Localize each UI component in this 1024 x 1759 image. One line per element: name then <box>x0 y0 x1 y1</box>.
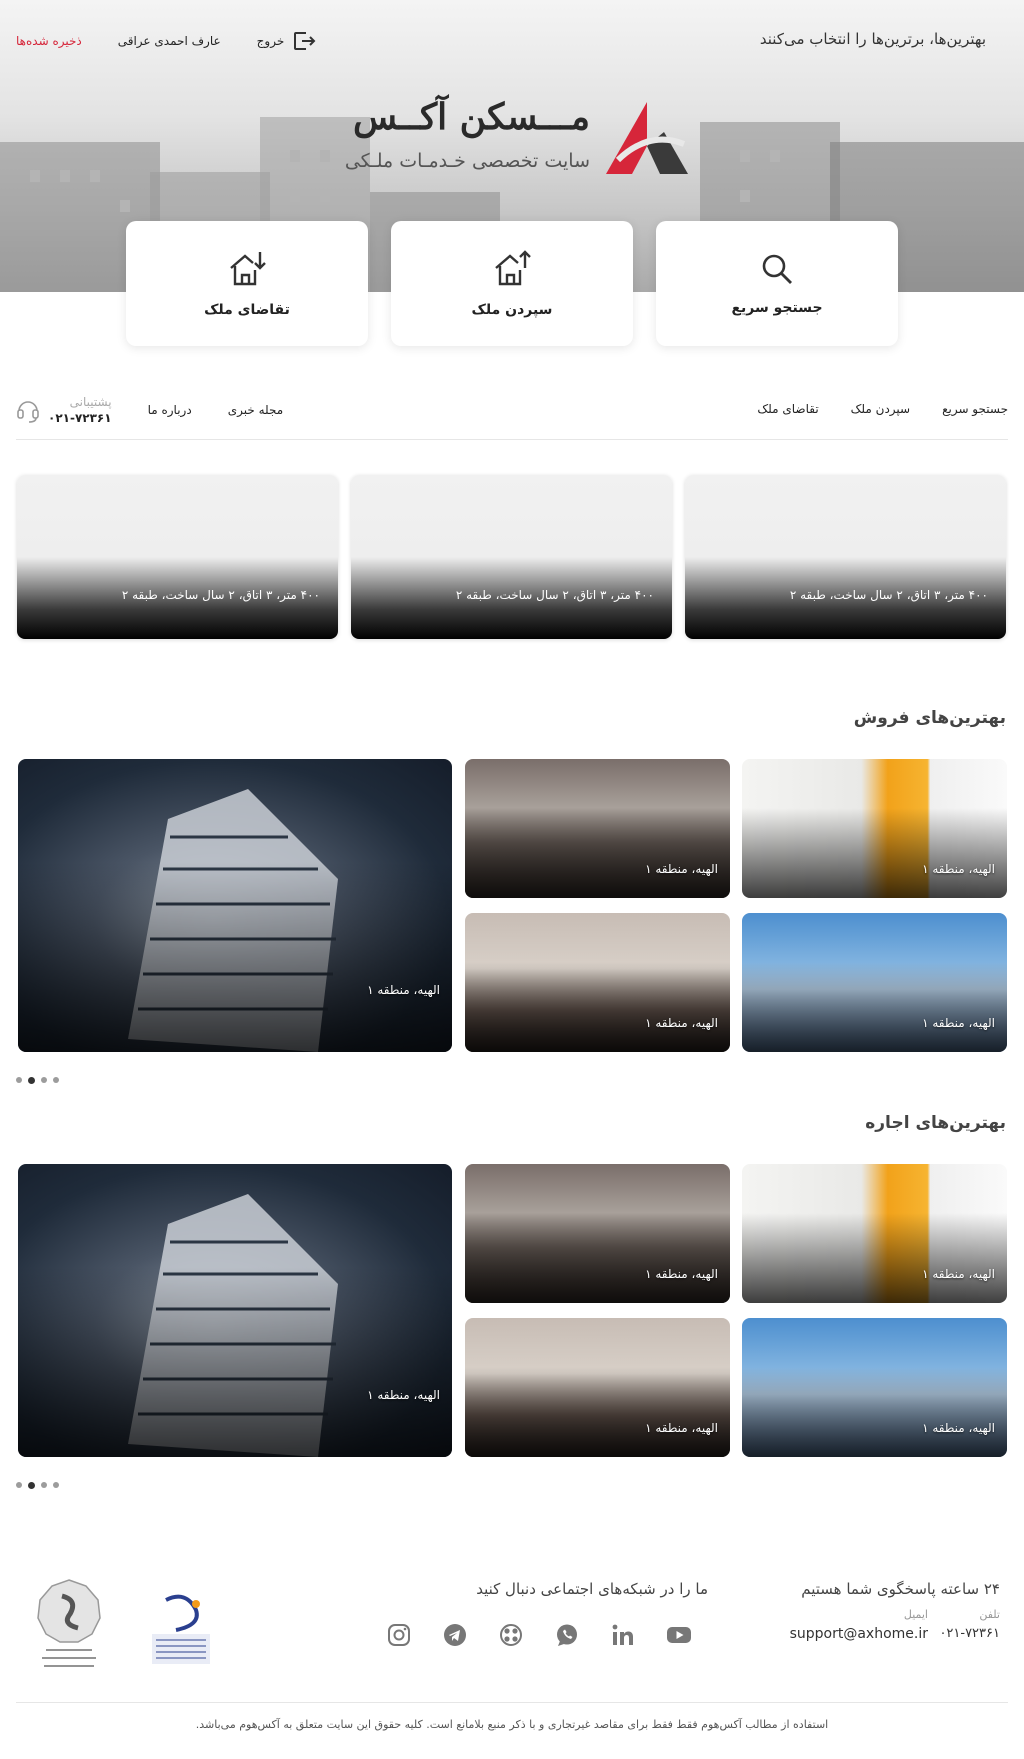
carousel-dot-active[interactable] <box>28 1077 35 1084</box>
brand-logo[interactable]: مـــسکن آکــس سایت تخصصی خـدمـات ملـکی <box>330 96 690 180</box>
section-title-sale: بهترین‌های فروش <box>853 708 1006 728</box>
youtube-icon[interactable] <box>666 1622 692 1648</box>
card-shade <box>465 1366 730 1457</box>
nav-item-list-property[interactable]: سپردن ملک <box>851 402 910 416</box>
brand-subtitle: سایت تخصصی خـدمـات ملـکی <box>344 150 590 172</box>
logo-mark-icon <box>606 102 688 174</box>
property-card[interactable]: الهیه، منطقه ۱ <box>465 759 730 898</box>
brand-name: مـــسکن آکــس <box>353 96 590 138</box>
property-card[interactable]: الهیه، منطقه ۱ <box>742 913 1007 1052</box>
featured-card[interactable]: ۴۰۰ متر، ۳ اتاق، ۲ سال ساخت، طبقه ۲ <box>685 475 1006 639</box>
quick-actions: تقاضای ملک سپردن ملک جستجو سریع <box>126 221 898 346</box>
tile-label: سپردن ملک <box>471 301 553 318</box>
card-shade <box>465 1212 730 1303</box>
logout-button[interactable]: خروج <box>257 30 317 52</box>
property-card[interactable]: الهیه، منطقه ۱ <box>465 1164 730 1303</box>
card-caption: الهیه، منطقه ۱ <box>922 1421 995 1435</box>
main-nav: تقاضای ملک سپردن ملک جستجو سریع پشتیبانی… <box>16 394 1008 440</box>
footer-phone-label: تلفن <box>979 1608 1000 1621</box>
card-caption: الهیه، منطقه ۱ <box>645 1421 718 1435</box>
saved-link[interactable]: ذخیره شده‌ها <box>16 34 82 48</box>
social-links <box>386 1622 692 1648</box>
property-card[interactable]: الهیه، منطقه ۱ <box>742 1318 1007 1457</box>
card-caption: الهیه، منطقه ۱ <box>645 1016 718 1030</box>
tile-quick-search[interactable]: جستجو سریع <box>656 221 898 346</box>
nav-item-quick-search[interactable]: جستجو سریع <box>942 402 1008 416</box>
section-title-rent: بهترین‌های اجاره <box>865 1113 1006 1133</box>
carousel-dot[interactable] <box>16 1077 22 1083</box>
carousel-dot[interactable] <box>53 1077 59 1083</box>
property-card-large[interactable]: الهیه، منطقه ۱ <box>18 1164 452 1457</box>
enamad-badge[interactable] <box>146 1590 216 1670</box>
tile-label: تقاضای ملک <box>204 301 290 318</box>
card-caption: الهیه، منطقه ۱ <box>922 1267 995 1281</box>
card-shade <box>742 961 1007 1052</box>
carousel-dot[interactable] <box>16 1482 22 1488</box>
footer-divider <box>16 1702 1008 1703</box>
property-card-large[interactable]: الهیه، منطقه ۱ <box>18 759 452 1052</box>
card-shade <box>742 1212 1007 1303</box>
card-caption: الهیه، منطقه ۱ <box>922 862 995 876</box>
nav-item-magazine[interactable]: مجله خبری <box>228 403 283 417</box>
footer: ۲۴ ساعته پاسخگوی شما هستیم تلفن ۰۲۱-۷۲۳۶… <box>16 1570 1008 1710</box>
user-name-link[interactable]: عارف احمدی عراقی <box>118 34 221 48</box>
headset-icon <box>17 401 39 423</box>
featured-caption: ۴۰۰ متر، ۳ اتاق، ۲ سال ساخت، طبقه ۲ <box>121 588 320 602</box>
tile-property-request[interactable]: تقاضای ملک <box>126 221 368 346</box>
card-shade <box>742 807 1007 898</box>
carousel-dot-active[interactable] <box>28 1482 35 1489</box>
card-caption: الهیه، منطقه ۱ <box>367 1388 440 1402</box>
support-contact[interactable]: پشتیبانی ۰۲۱-۷۲۳۶۱ <box>16 394 112 426</box>
card-shade <box>18 1266 452 1457</box>
footer-email[interactable]: support@axhome.ir <box>790 1626 928 1642</box>
telegram-icon[interactable] <box>442 1622 468 1648</box>
top-user-nav: ذخیره شده‌ها عارف احمدی عراقی خروج <box>16 30 316 52</box>
card-shade <box>465 961 730 1052</box>
card-shade <box>465 807 730 898</box>
tile-list-property[interactable]: سپردن ملک <box>391 221 633 346</box>
card-caption: الهیه، منطقه ۱ <box>922 1016 995 1030</box>
carousel-dot[interactable] <box>53 1482 59 1488</box>
property-card[interactable]: الهیه، منطقه ۱ <box>465 1318 730 1457</box>
logout-icon <box>294 32 316 50</box>
footer-email-label: ایمیل <box>903 1608 928 1621</box>
featured-card[interactable]: ۴۰۰ متر، ۳ اتاق، ۲ سال ساخت، طبقه ۲ <box>351 475 672 639</box>
carousel-dots <box>16 1077 59 1084</box>
footer-support-title: ۲۴ ساعته پاسخگوی شما هستیم <box>801 1580 1000 1598</box>
card-caption: الهیه، منطقه ۱ <box>367 983 440 997</box>
linkedin-icon[interactable] <box>610 1622 636 1648</box>
carousel-dot[interactable] <box>41 1482 47 1488</box>
property-card[interactable]: الهیه، منطقه ۱ <box>742 759 1007 898</box>
support-label: پشتیبانی <box>69 395 112 409</box>
whatsapp-icon[interactable] <box>554 1622 580 1648</box>
footer-social-title: ما را در شبکه‌های اجتماعی دنبال کنید <box>476 1580 708 1598</box>
card-shade <box>18 861 452 1052</box>
aparat-icon[interactable] <box>498 1622 524 1648</box>
samandehi-logo-icon <box>37 1579 101 1667</box>
instagram-icon[interactable] <box>386 1622 412 1648</box>
card-shade <box>742 1366 1007 1457</box>
card-caption: الهیه، منطقه ۱ <box>645 1267 718 1281</box>
featured-caption: ۴۰۰ متر، ۳ اتاق، ۲ سال ساخت، طبقه ۲ <box>789 588 988 602</box>
featured-card[interactable]: ۴۰۰ متر، ۳ اتاق، ۲ سال ساخت، طبقه ۲ <box>17 475 338 639</box>
footer-phone[interactable]: ۰۲۱-۷۲۳۶۱ <box>939 1626 1000 1641</box>
card-caption: الهیه، منطقه ۱ <box>645 862 718 876</box>
property-card[interactable]: الهیه، منطقه ۱ <box>742 1164 1007 1303</box>
carousel-dots <box>16 1482 59 1489</box>
featured-caption: ۴۰۰ متر، ۳ اتاق، ۲ سال ساخت، طبقه ۲ <box>455 588 654 602</box>
logout-label: خروج <box>256 34 285 48</box>
carousel-dot[interactable] <box>41 1077 47 1083</box>
nav-item-property-request[interactable]: تقاضای ملک <box>757 402 818 416</box>
enamad-logo-icon <box>152 1594 210 1664</box>
nav-item-about[interactable]: درباره ما <box>148 403 192 417</box>
property-card[interactable]: الهیه، منطقه ۱ <box>465 913 730 1052</box>
samandehi-badge[interactable] <box>34 1578 104 1673</box>
house-upload-icon <box>495 249 531 285</box>
support-phone: ۰۲۱-۷۲۳۶۱ <box>48 411 112 426</box>
house-download-icon <box>230 251 266 285</box>
search-icon <box>762 254 792 284</box>
tagline: بهترین‌ها، برترین‌ها را انتخاب می‌کنند <box>759 30 986 48</box>
copyright: استفاده از مطالب آکس‌هوم فقط فقط برای مق… <box>195 1718 829 1731</box>
tile-label: جستجو سریع <box>731 299 823 316</box>
